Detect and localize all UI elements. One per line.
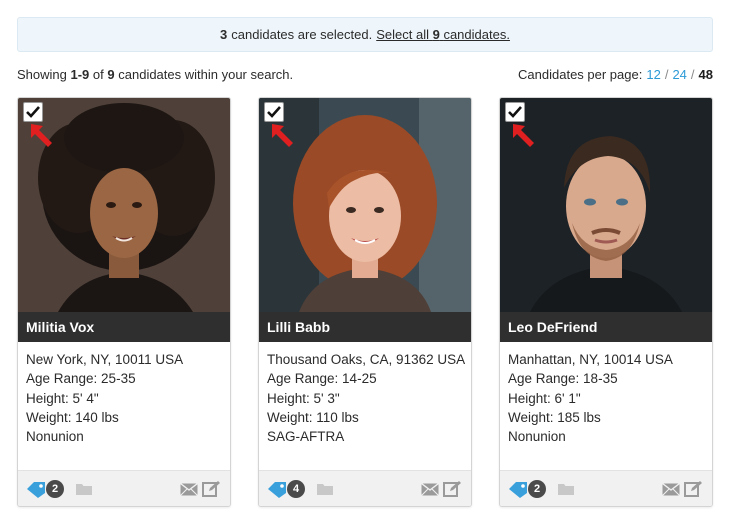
tag-count-badge: 2 (46, 480, 64, 498)
candidate-union: SAG-AFTRA (267, 429, 345, 445)
candidate-card[interactable]: Militia Vox New York, NY, 10011 USA Age … (17, 97, 231, 507)
candidate-card[interactable]: Lilli Babb Thousand Oaks, CA, 91362 USA … (258, 97, 472, 507)
candidate-details: Manhattan, NY, 10014 USA Age Range: 18-3… (508, 350, 673, 446)
candidate-height: Height: 5' 3" (267, 390, 340, 406)
per-page-option-12[interactable]: 12 (646, 67, 660, 82)
candidate-details: Thousand Oaks, CA, 91362 USA Age Range: … (267, 350, 465, 446)
results-total: 9 (107, 67, 115, 82)
candidate-age-range: Age Range: 14-25 (267, 371, 377, 387)
candidate-weight: Weight: 110 lbs (267, 409, 359, 425)
candidate-name[interactable]: Militia Vox (18, 312, 230, 342)
edit-icon[interactable] (684, 480, 703, 498)
results-summary: Showing 1-9 of 9 candidates within your … (17, 67, 293, 82)
select-checkbox[interactable] (505, 102, 525, 122)
select-checkbox[interactable] (23, 102, 43, 122)
results-range: 1-9 (70, 67, 90, 82)
per-page-option-24[interactable]: 24 (672, 67, 686, 82)
mail-icon[interactable] (662, 483, 680, 496)
per-page-separator: / (664, 67, 669, 82)
selected-text: candidates are selected. (231, 27, 373, 42)
edit-icon[interactable] (202, 480, 221, 498)
arrow-icon (31, 124, 52, 147)
checkmark-icon (508, 106, 522, 118)
checkmark-icon (267, 106, 281, 118)
folder-icon[interactable] (316, 482, 334, 496)
tag-icon[interactable] (508, 481, 530, 499)
headshot-photo[interactable] (259, 98, 471, 312)
card-footer: 2 (500, 470, 712, 506)
candidate-name[interactable]: Lilli Babb (259, 312, 471, 342)
arrow-icon (513, 124, 534, 147)
candidate-height: Height: 5' 4" (26, 390, 99, 406)
per-page-separator: / (690, 67, 695, 82)
select-checkbox[interactable] (264, 102, 284, 122)
edit-icon[interactable] (443, 480, 462, 498)
candidate-location: Thousand Oaks, CA, 91362 USA (267, 352, 466, 367)
candidate-age-range: Age Range: 18-35 (508, 371, 618, 387)
select-all-prefix[interactable]: Select all (376, 27, 429, 42)
arrow-icon (272, 124, 293, 147)
tag-icon[interactable] (267, 481, 289, 499)
per-page-option-48[interactable]: 48 (699, 67, 713, 82)
candidate-location: Manhattan, NY, 10014 USA (508, 352, 673, 367)
tag-count-badge: 2 (528, 480, 546, 498)
candidate-height: Height: 6' 1" (508, 390, 581, 406)
per-page-label: Candidates per page: (518, 67, 643, 82)
selection-banner: 3 candidates are selected. Select all 9 … (17, 17, 713, 52)
per-page-selector: Candidates per page: 12 / 24 / 48 (518, 67, 713, 82)
candidate-age-range: Age Range: 25-35 (26, 371, 136, 387)
tag-count-badge: 4 (287, 480, 305, 498)
select-all-link[interactable]: Select all 9 candidates. (376, 27, 510, 42)
folder-icon[interactable] (75, 482, 93, 496)
select-all-suffix[interactable]: candidates. (443, 27, 510, 42)
candidate-card[interactable]: Leo DeFriend Manhattan, NY, 10014 USA Ag… (499, 97, 713, 507)
results-of: of (92, 67, 104, 82)
candidate-details: New York, NY, 10011 USA Age Range: 25-35… (26, 350, 183, 446)
candidate-name[interactable]: Leo DeFriend (500, 312, 712, 342)
mail-icon[interactable] (180, 483, 198, 496)
select-all-count[interactable]: 9 (433, 27, 440, 42)
mail-icon[interactable] (421, 483, 439, 496)
checkmark-icon (26, 106, 40, 118)
candidate-location: New York, NY, 10011 USA (26, 352, 184, 367)
card-footer: 4 (259, 470, 471, 506)
candidate-union: Nonunion (508, 429, 566, 445)
candidate-weight: Weight: 185 lbs (508, 409, 601, 425)
tag-icon[interactable] (26, 481, 48, 499)
folder-icon[interactable] (557, 482, 575, 496)
candidate-weight: Weight: 140 lbs (26, 409, 119, 425)
headshot-photo[interactable] (500, 98, 712, 312)
results-suffix: candidates within your search. (118, 67, 294, 82)
selected-count: 3 (220, 27, 228, 42)
headshot-photo[interactable] (18, 98, 230, 312)
card-footer: 2 (18, 470, 230, 506)
candidate-union: Nonunion (26, 429, 84, 445)
results-prefix: Showing (17, 67, 67, 82)
